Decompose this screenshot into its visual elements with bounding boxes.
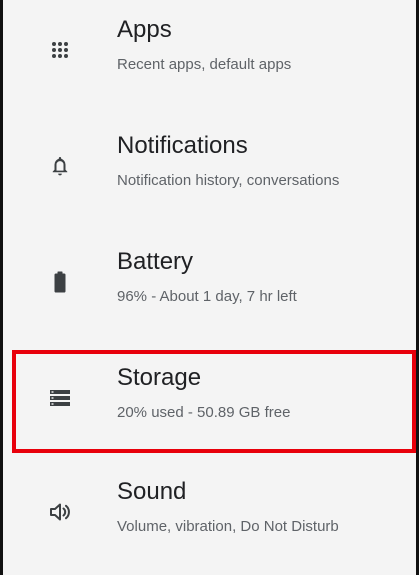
battery-icon [48, 270, 72, 294]
bell-icon [48, 154, 72, 178]
settings-item-subtitle: Recent apps, default apps [117, 56, 292, 73]
settings-item-sound[interactable]: Sound Volume, vibration, Do Not Disturb [3, 456, 416, 568]
storage-icon [48, 386, 72, 410]
settings-item-notifications[interactable]: Notifications Notification history, conv… [3, 110, 416, 222]
settings-item-subtitle: 20% used - 50.89 GB free [117, 404, 291, 421]
settings-item-subtitle: Notification history, conversations [117, 172, 340, 189]
settings-item-battery[interactable]: Battery 96% - About 1 day, 7 hr left [3, 226, 416, 338]
settings-item-title: Sound [117, 478, 187, 505]
settings-item-subtitle: 96% - About 1 day, 7 hr left [117, 288, 297, 305]
settings-item-apps[interactable]: Apps Recent apps, default apps [3, 0, 416, 106]
settings-list[interactable]: Apps Recent apps, default apps Notificat… [3, 0, 416, 575]
settings-item-storage[interactable]: Storage 20% used - 50.89 GB free [3, 342, 416, 454]
settings-item-subtitle: Volume, vibration, Do Not Disturb [117, 518, 339, 535]
settings-item-title: Notifications [117, 132, 248, 159]
settings-item-title: Storage [117, 364, 202, 391]
volume-icon [48, 500, 72, 524]
apps-grid-icon [48, 38, 72, 62]
settings-screen: Apps Recent apps, default apps Notificat… [0, 0, 419, 575]
settings-item-title: Apps [117, 16, 172, 43]
settings-item-title: Battery [117, 248, 194, 275]
